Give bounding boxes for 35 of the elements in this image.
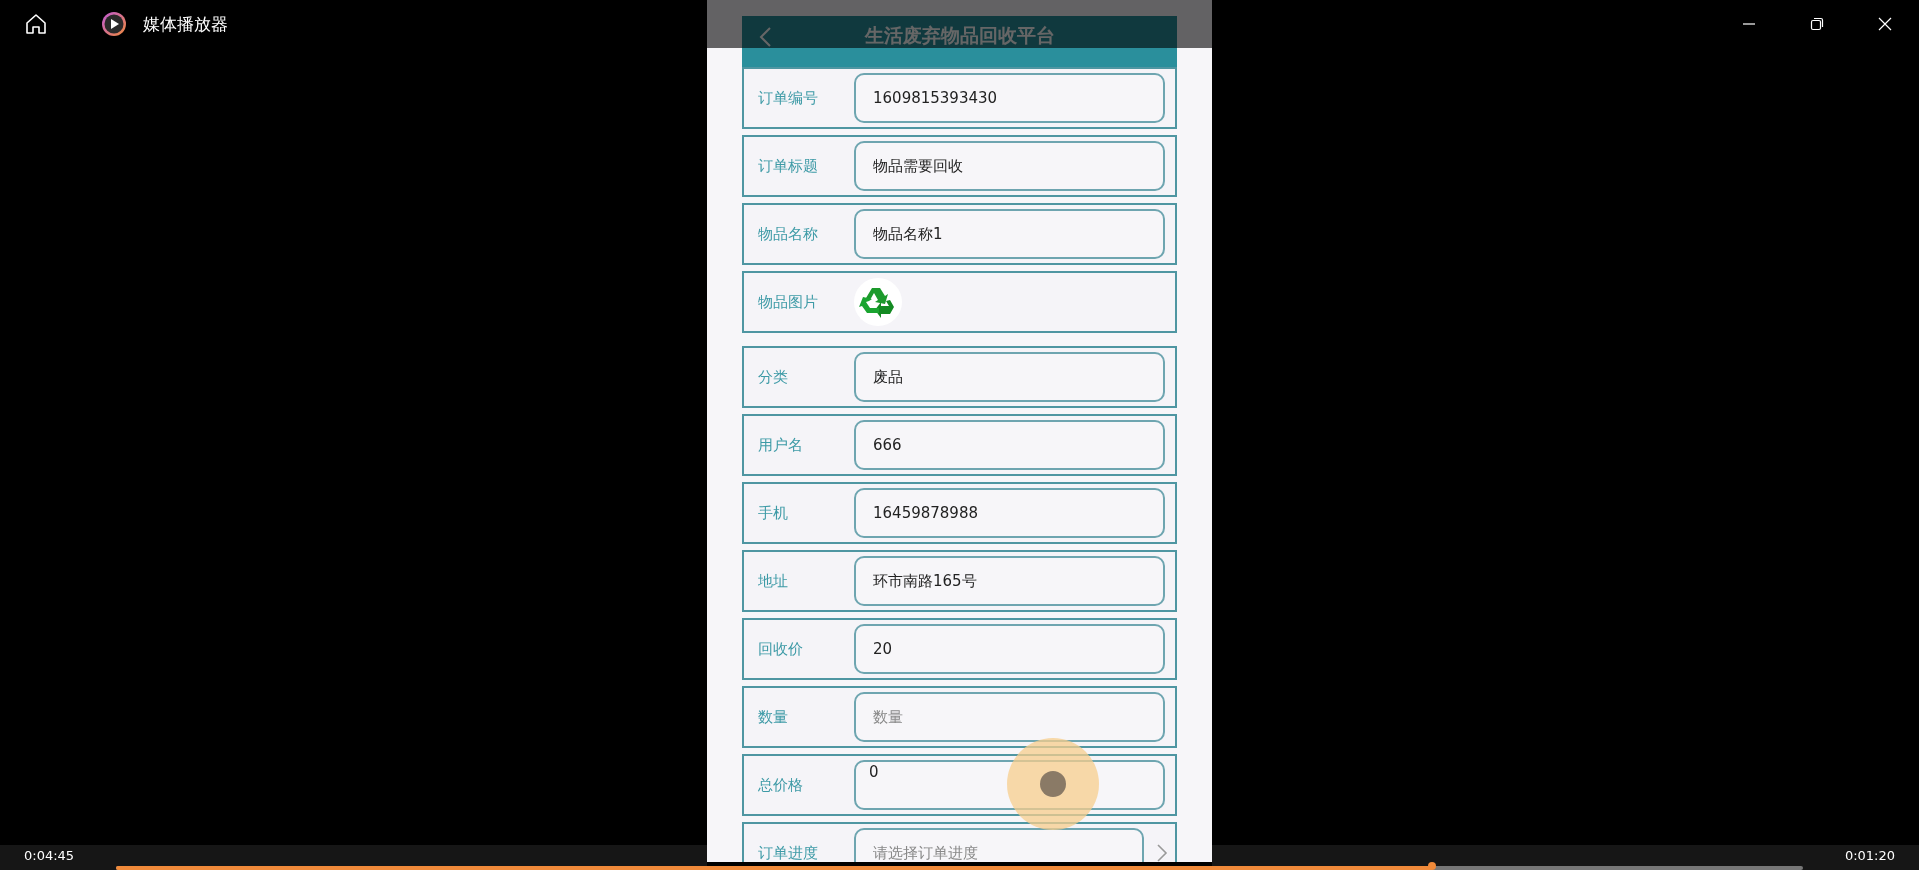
input-field[interactable]: 废品 (854, 352, 1165, 402)
input-field[interactable]: 20 (854, 624, 1165, 674)
chevron-right-icon (1156, 844, 1168, 862)
field-label: 总价格 (757, 775, 804, 795)
field-label: 订单进度 (757, 843, 819, 862)
home-icon[interactable] (24, 12, 48, 36)
input-field[interactable]: 数量 (854, 692, 1165, 742)
field-label: 分类 (757, 367, 789, 387)
back-icon[interactable] (758, 26, 772, 48)
field-label: 物品图片 (757, 292, 819, 312)
field-label: 手机 (757, 503, 789, 523)
minimize-icon (1741, 23, 1757, 25)
input-field[interactable]: 物品名称1 (854, 209, 1165, 259)
select-field[interactable]: 请选择订单进度 (854, 828, 1144, 862)
window-title: 媒体播放器 (143, 12, 228, 36)
input-field[interactable]: 666 (854, 420, 1165, 470)
input-field[interactable]: 1609815393430 (854, 73, 1165, 123)
input-field[interactable]: 物品需要回收 (854, 141, 1165, 191)
input-field[interactable]: 环市南路165号 (854, 556, 1165, 606)
seek-bar[interactable] (116, 862, 1803, 870)
close-icon (1877, 16, 1893, 32)
play-icon (101, 11, 127, 37)
field-label: 订单编号 (757, 88, 819, 108)
recycle-icon (854, 278, 902, 326)
restore-icon (1809, 16, 1825, 32)
field-label: 数量 (757, 707, 789, 727)
field-label: 地址 (757, 571, 789, 591)
input-field[interactable]: 16459878988 (854, 488, 1165, 538)
field-label: 订单标题 (757, 156, 819, 176)
elapsed-time: 0:04:45 (24, 848, 75, 863)
header-title: 生活废弃物品回收平台 (864, 22, 1055, 48)
field-label: 用户名 (757, 435, 804, 455)
remaining-time: 0:01:20 (1844, 848, 1895, 863)
field-label: 回收价 (757, 639, 804, 659)
field-label: 物品名称 (757, 224, 819, 244)
